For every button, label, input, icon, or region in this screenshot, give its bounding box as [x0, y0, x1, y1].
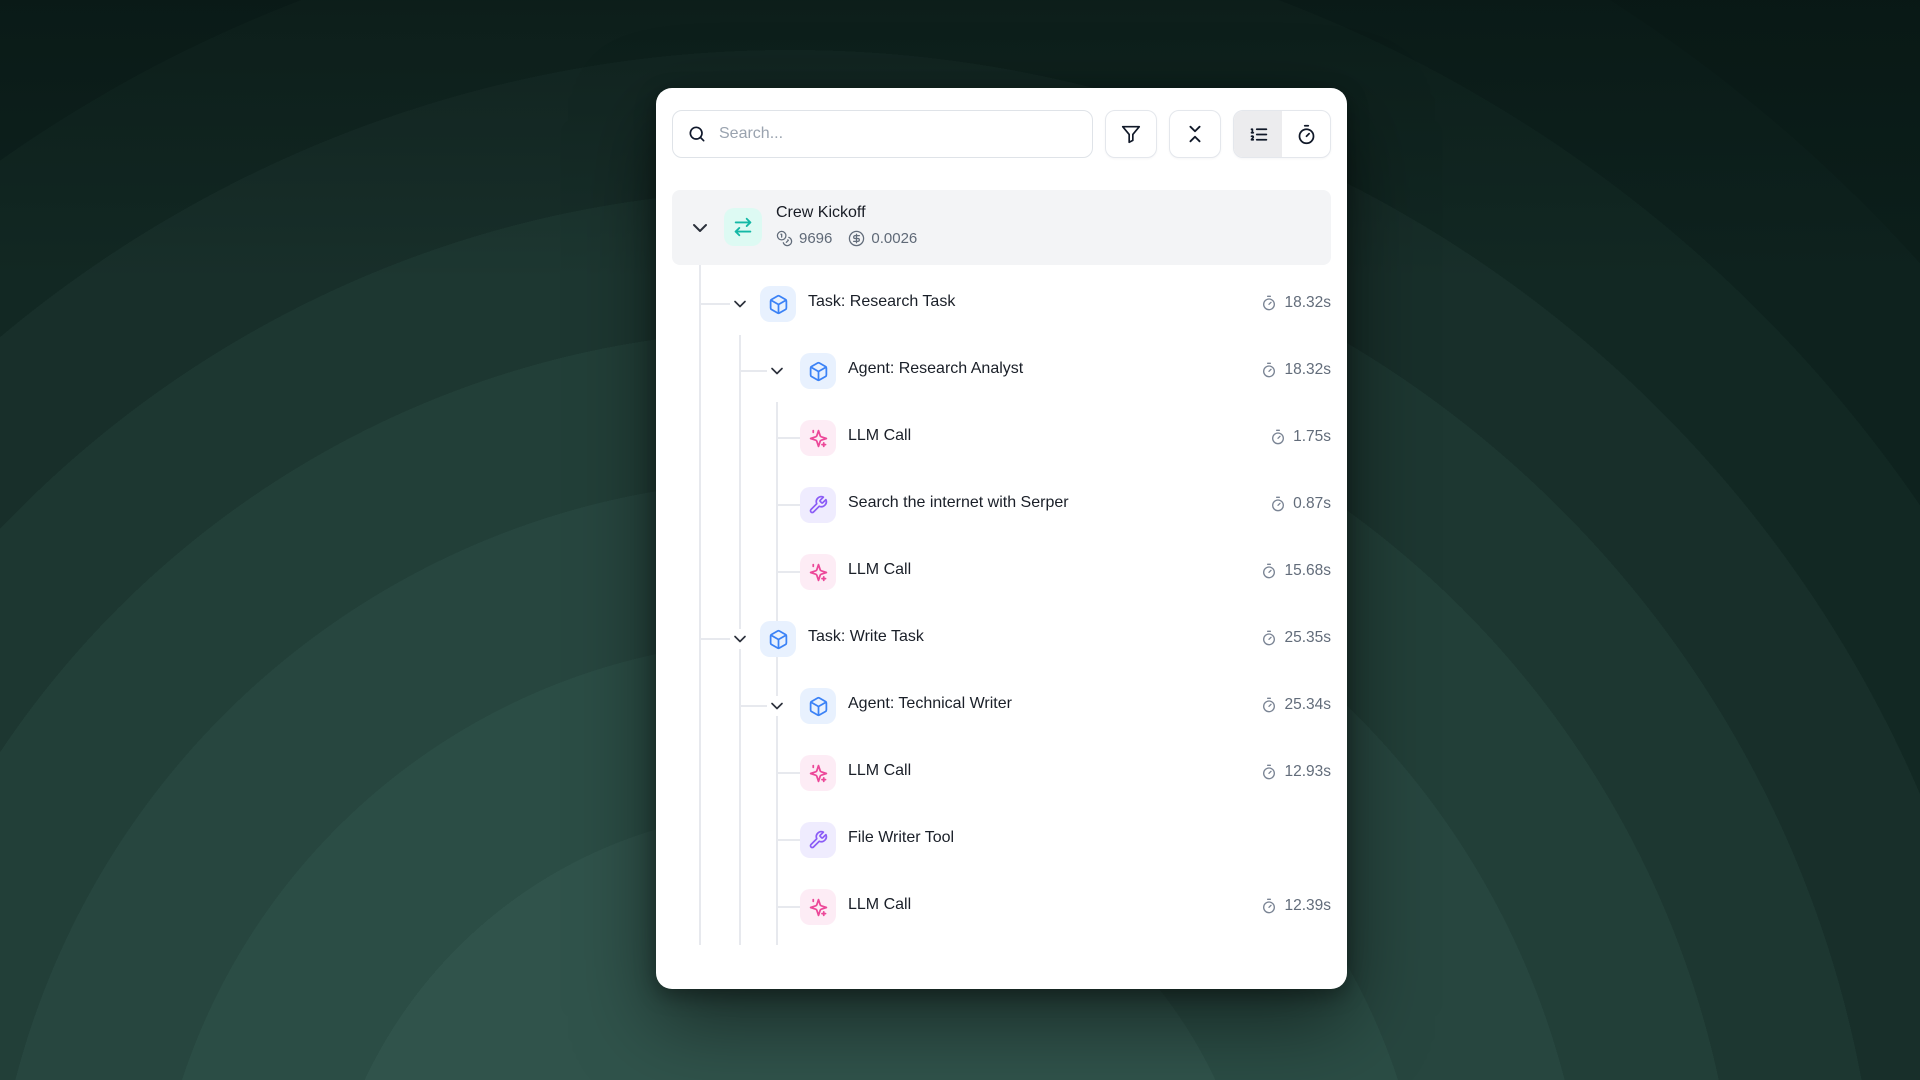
timeline-view-toggle[interactable]	[1282, 111, 1330, 157]
crew-icon-badge	[724, 208, 762, 246]
timer-icon	[1261, 563, 1277, 579]
timer-icon	[1270, 429, 1286, 445]
tree-row-llm-call[interactable]: LLM Call 12.39s	[656, 885, 1347, 929]
view-toggle-group	[1233, 110, 1331, 158]
timer-icon	[1261, 898, 1277, 914]
trace-root-row[interactable]: Crew Kickoff 9696 0.0026	[672, 190, 1331, 265]
row-duration: 25.34s	[1261, 696, 1331, 714]
ordered-list-icon	[1248, 124, 1269, 145]
arrow-right-left-icon	[732, 216, 754, 238]
row-duration: 1.75s	[1270, 428, 1331, 446]
wrench-icon	[800, 822, 836, 858]
box-icon	[800, 688, 836, 724]
tree-row-agent-research-analyst[interactable]: Agent: Research Analyst 18.32s	[656, 349, 1347, 393]
tree-row-llm-call[interactable]: LLM Call 12.93s	[656, 751, 1347, 795]
tree-connector	[776, 571, 800, 573]
row-label: LLM Call	[848, 561, 911, 579]
tree-row-agent-technical-writer[interactable]: Agent: Technical Writer 25.34s	[656, 684, 1347, 728]
tree-connector	[699, 638, 730, 640]
chevrons-down-up-icon	[1184, 123, 1206, 145]
timer-icon	[1261, 630, 1277, 646]
row-duration: 25.35s	[1261, 629, 1331, 647]
wrench-icon	[800, 487, 836, 523]
box-icon	[800, 353, 836, 389]
tree-connector	[776, 504, 800, 506]
sparkles-icon	[800, 554, 836, 590]
row-label: Task: Research Task	[808, 293, 955, 311]
trace-metrics: 9696 0.0026	[776, 230, 917, 247]
search-input[interactable]	[717, 124, 1078, 144]
row-duration: 18.32s	[1261, 294, 1331, 312]
tree-row-file-writer-tool[interactable]: File Writer Tool	[656, 818, 1347, 862]
tree-connector	[776, 772, 800, 774]
tree-row-task-research[interactable]: Task: Research Task 18.32s	[656, 282, 1347, 326]
cost-value: 0.0026	[871, 230, 917, 247]
chevron-down-icon[interactable]	[688, 216, 712, 240]
row-duration: 0.87s	[1270, 495, 1331, 513]
timer-icon	[1261, 362, 1277, 378]
timer-icon	[1261, 295, 1277, 311]
row-duration: 12.39s	[1261, 897, 1331, 915]
tree-connector	[776, 839, 800, 841]
row-duration: 12.93s	[1261, 763, 1331, 781]
timer-icon	[1270, 496, 1286, 512]
trace-title: Crew Kickoff	[776, 204, 866, 222]
coins-icon	[776, 230, 793, 247]
funnel-icon	[1120, 123, 1142, 145]
toolbar	[672, 110, 1331, 158]
tree-row-task-write[interactable]: Task: Write Task 25.35s	[656, 617, 1347, 661]
chevron-down-icon[interactable]	[730, 629, 750, 649]
chevron-down-icon[interactable]	[730, 294, 750, 314]
search-box[interactable]	[672, 110, 1093, 158]
tree-connector	[739, 370, 767, 372]
sparkles-icon	[800, 889, 836, 925]
tree-connector	[699, 303, 730, 305]
cost-amount: 0.0026	[848, 230, 917, 247]
tree-row-serper-tool[interactable]: Search the internet with Serper 0.87s	[656, 483, 1347, 527]
row-label: File Writer Tool	[848, 829, 954, 847]
token-value: 9696	[799, 230, 832, 247]
tree-connector	[739, 705, 767, 707]
filter-button[interactable]	[1105, 110, 1157, 158]
dollar-circle-icon	[848, 230, 865, 247]
stopwatch-icon	[1296, 124, 1317, 145]
box-icon	[760, 621, 796, 657]
search-icon	[687, 124, 707, 144]
row-duration: 18.32s	[1261, 361, 1331, 379]
box-icon	[760, 286, 796, 322]
tree-row-llm-call[interactable]: LLM Call 15.68s	[656, 550, 1347, 594]
row-label: LLM Call	[848, 896, 911, 914]
row-label: Task: Write Task	[808, 628, 924, 646]
row-label: LLM Call	[848, 762, 911, 780]
row-duration: 15.68s	[1261, 562, 1331, 580]
row-label: LLM Call	[848, 427, 911, 445]
sparkles-icon	[800, 755, 836, 791]
collapse-all-button[interactable]	[1169, 110, 1221, 158]
chevron-down-icon[interactable]	[767, 696, 787, 716]
timer-icon	[1261, 764, 1277, 780]
tree-row-llm-call[interactable]: LLM Call 1.75s	[656, 416, 1347, 460]
tree-connector	[776, 906, 800, 908]
row-label: Search the internet with Serper	[848, 494, 1069, 512]
row-label: Agent: Technical Writer	[848, 695, 1012, 713]
tree-connector	[776, 437, 800, 439]
row-label: Agent: Research Analyst	[848, 360, 1023, 378]
token-count: 9696	[776, 230, 832, 247]
chevron-down-icon[interactable]	[767, 361, 787, 381]
list-view-toggle[interactable]	[1234, 111, 1282, 157]
sparkles-icon	[800, 420, 836, 456]
trace-panel: Crew Kickoff 9696 0.0026 Task: Research …	[656, 88, 1347, 989]
timer-icon	[1261, 697, 1277, 713]
